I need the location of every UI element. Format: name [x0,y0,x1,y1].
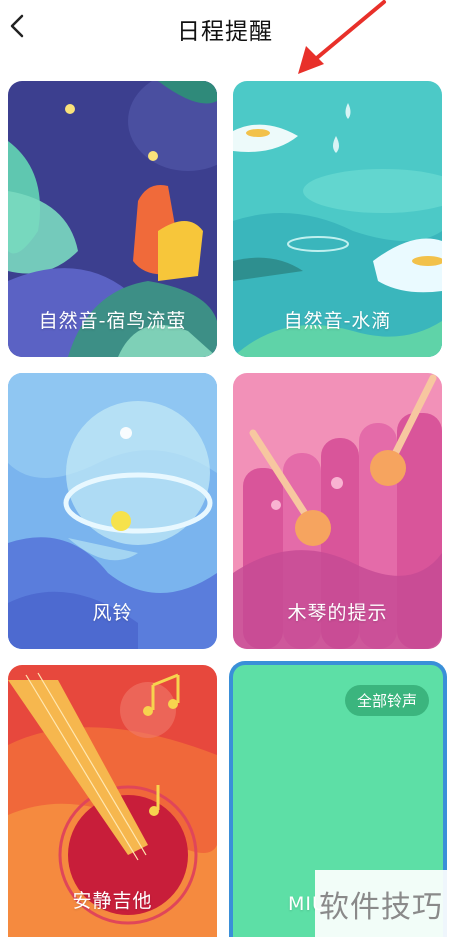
ringtone-card-wind-chime[interactable]: 风铃 [8,373,217,649]
top-bar: 日程提醒 [0,0,450,74]
watermark: 软件技巧 [315,870,450,937]
ringtone-card-label: 自然音-水滴 [283,310,392,332]
ringtone-card-guitar[interactable]: 安静吉他 [8,665,217,937]
ringtone-card-birds-fireflies[interactable]: 自然音-宿鸟流萤 [8,81,217,357]
ringtone-card-label: 自然音-宿鸟流萤 [38,310,187,332]
ringtone-card-water-drop[interactable]: 自然音-水滴 [233,81,442,357]
watermark-text: 软件技巧 [319,890,443,925]
ringtone-card-xylophone[interactable]: 木琴的提示 [233,373,442,649]
ringtone-card-label: 安静吉他 [72,890,153,912]
all-ringtones-button[interactable]: 全部铃声 [344,685,429,716]
ringtone-card-label: 风铃 [92,602,133,624]
ringtone-card-label: 木琴的提示 [287,602,388,624]
red-arrow-annotation-icon [298,0,386,74]
